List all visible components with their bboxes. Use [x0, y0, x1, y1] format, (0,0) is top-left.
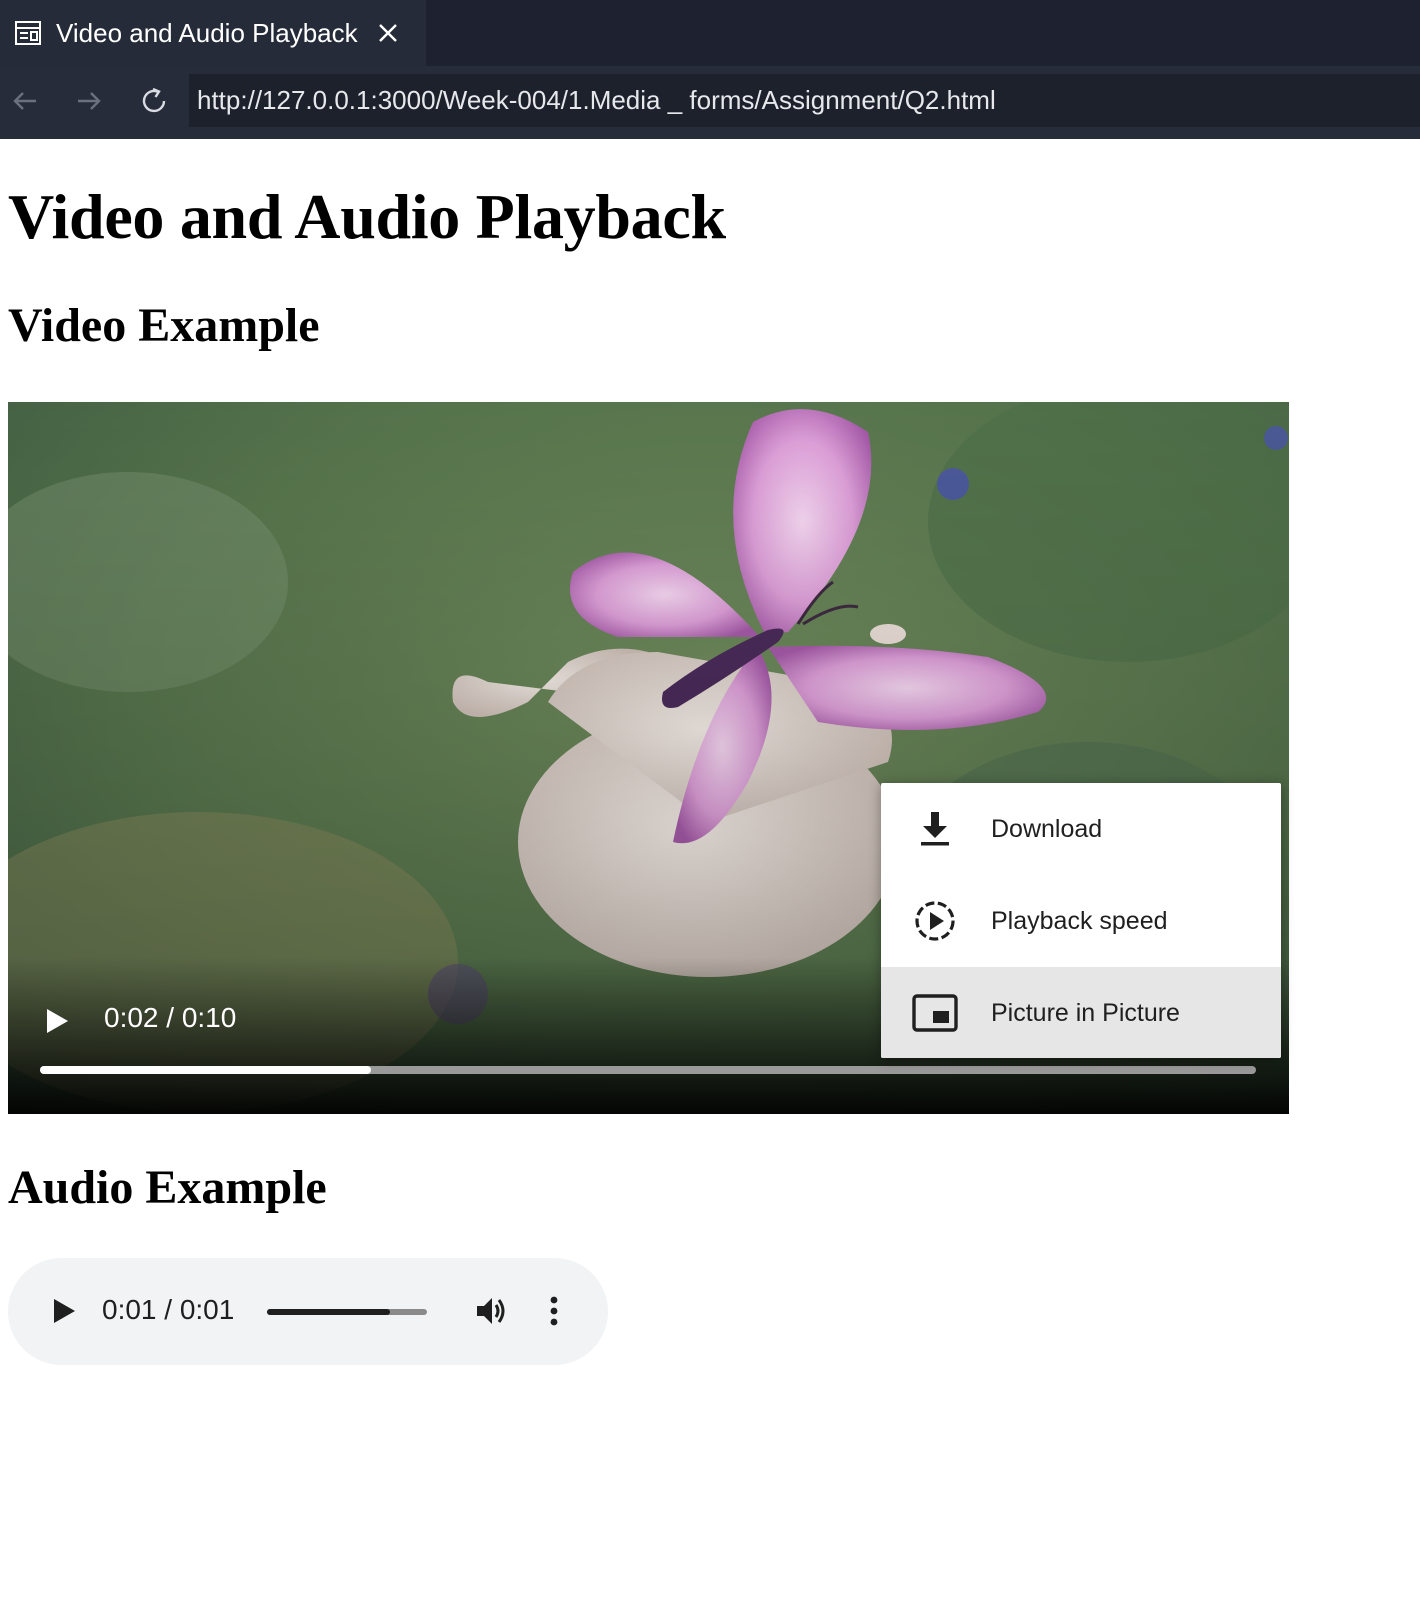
playback-speed-icon	[911, 897, 959, 945]
more-options-icon[interactable]	[544, 1294, 564, 1328]
forward-arrow-icon[interactable]	[72, 84, 106, 118]
picture-in-picture-icon	[911, 989, 959, 1037]
volume-icon[interactable]	[474, 1294, 508, 1328]
menu-item-label: Playback speed	[991, 906, 1168, 935]
video-options-menu: Download Playback speed Picture in Pictu…	[881, 783, 1281, 1058]
video-progress-bar[interactable]	[40, 1066, 1256, 1074]
page-icon	[14, 19, 42, 47]
address-bar[interactable]	[189, 74, 1420, 127]
video-heading: Video Example	[8, 299, 320, 352]
navigation-bar	[0, 66, 1420, 139]
back-arrow-icon[interactable]	[8, 84, 42, 118]
tab-title: Video and Audio Playback	[56, 17, 358, 48]
menu-item-picture-in-picture[interactable]: Picture in Picture	[881, 967, 1281, 1058]
menu-item-label: Download	[991, 814, 1103, 843]
page-title: Video and Audio Playback	[8, 181, 726, 252]
menu-item-label: Picture in Picture	[991, 998, 1180, 1027]
tab-bar: Video and Audio Playback	[0, 0, 1420, 66]
audio-progress-bar[interactable]	[267, 1309, 427, 1315]
close-icon[interactable]	[376, 21, 400, 45]
menu-item-playback-speed[interactable]: Playback speed	[881, 875, 1281, 967]
reload-icon[interactable]	[137, 84, 171, 118]
url-input[interactable]	[189, 84, 1399, 117]
video-time: 0:02 / 0:10	[104, 1002, 237, 1033]
audio-time: 0:01 / 0:01	[102, 1294, 235, 1325]
play-icon[interactable]	[42, 1006, 72, 1036]
play-icon[interactable]	[48, 1296, 78, 1326]
audio-player[interactable]: 0:01 / 0:01	[8, 1258, 608, 1365]
menu-item-download[interactable]: Download	[881, 783, 1281, 875]
browser-tab[interactable]: Video and Audio Playback	[0, 0, 426, 66]
video-progress-fill	[40, 1066, 371, 1074]
audio-progress-fill	[267, 1309, 391, 1315]
download-icon	[911, 805, 959, 853]
audio-heading: Audio Example	[8, 1161, 327, 1214]
